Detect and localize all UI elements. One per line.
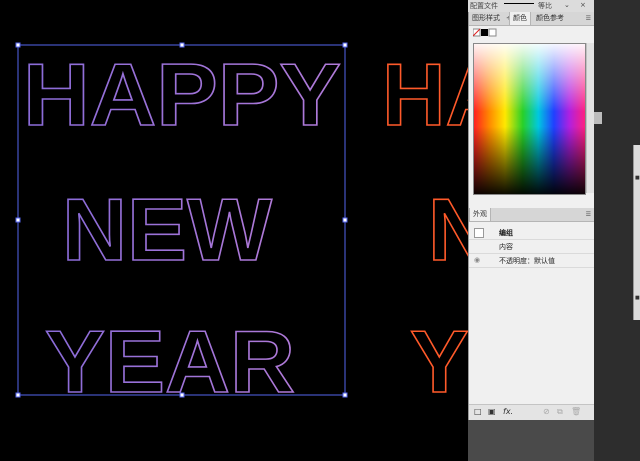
collapsed-panel[interactable]: ■ ■ (633, 145, 640, 320)
color-spectrum[interactable] (473, 43, 586, 195)
text-happy[interactable]: HAPPY (22, 44, 342, 145)
color-panel: 图形样式 ÷ 颜色 颜色参考 ☰ 外观 ☰ 编组 内容 ◉ 不透明度：默认值 □… (468, 12, 595, 421)
text-year[interactable]: YEAR (44, 311, 296, 412)
appearance-tab-bar: 外观 ☰ (469, 208, 595, 222)
clear-appearance-button[interactable]: ⊘ (543, 407, 550, 416)
panel-icon[interactable]: ■ (635, 175, 640, 181)
eye-icon[interactable]: ◉ (474, 256, 480, 264)
tab-appearance[interactable]: 外观 (469, 208, 491, 221)
appearance-row-opacity[interactable]: ◉ 不透明度：默认值 (469, 254, 595, 268)
appearance-bottom-toolbar: □ ▣ fx. ⊘ ⧉ 🗑 (469, 404, 595, 421)
panel-tab-bar: 图形样式 ÷ 颜色 颜色参考 ☰ (469, 12, 595, 26)
menu-icon[interactable]: ☰ (586, 15, 591, 22)
stroke-swatch-icon[interactable] (473, 28, 503, 40)
tab-graphic-styles[interactable]: 图形样式 (469, 12, 503, 25)
artwork[interactable]: HAPPY NEW YEAR HA N Y (0, 0, 470, 461)
panel-dock-empty (468, 420, 594, 461)
text-copy-y[interactable]: Y (409, 311, 469, 412)
stroke-preview (504, 3, 534, 4)
profile-label: 配置文件 (470, 2, 498, 10)
close-icon[interactable]: × (580, 1, 586, 9)
tab-color-guide[interactable]: 颜色参考 (533, 12, 567, 25)
duplicate-item-button[interactable]: ⧉ (557, 407, 563, 417)
scrollbar-handle[interactable] (594, 112, 602, 124)
thumbnail-icon (474, 228, 484, 238)
fx-icon[interactable]: fx. (503, 407, 513, 416)
profile-dropdown[interactable]: 等比 (538, 1, 552, 11)
add-stroke-button[interactable]: □ (474, 407, 482, 416)
add-fill-button[interactable]: ▣ (488, 407, 496, 416)
text-new[interactable]: NEW (61, 179, 273, 280)
appearance-row-group[interactable]: 编组 (469, 226, 595, 240)
text-copy-n[interactable]: N (427, 179, 470, 280)
chevron-down-icon[interactable]: ⌄ (564, 1, 570, 9)
spectrum-scrollbar[interactable] (586, 43, 594, 193)
menu-icon[interactable]: ☰ (586, 211, 591, 218)
text-copy-ha[interactable]: HA (381, 44, 470, 145)
delete-item-button[interactable]: 🗑 (571, 407, 581, 416)
appearance-row-contents[interactable]: 内容 (469, 240, 595, 254)
artboard-canvas[interactable]: HAPPY NEW YEAR HA N Y (0, 0, 470, 461)
tab-color[interactable]: 颜色 (509, 12, 531, 25)
swatch-row (469, 26, 595, 38)
panel-icon[interactable]: ■ (635, 295, 640, 301)
